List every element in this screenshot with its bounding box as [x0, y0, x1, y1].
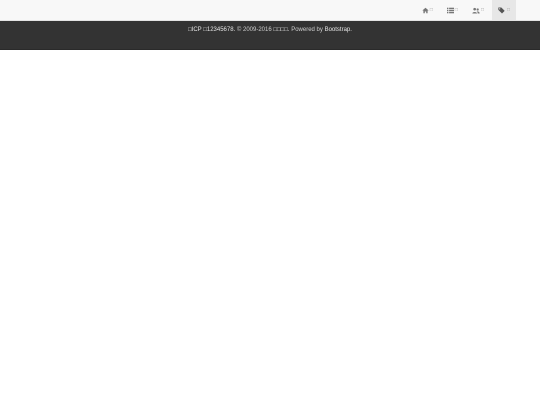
nav-item-home-label: □ — [429, 7, 433, 13]
bootstrap-link[interactable]: Bootstrap. — [325, 27, 352, 33]
copyright-text: © 2009-2016 — [236, 27, 272, 33]
list-icon — [446, 7, 454, 13]
site-footer: □ICP □12345678. © 2009-2016 □□□□. Powere… — [0, 21, 540, 50]
nav-item-users[interactable]: □ — [466, 0, 490, 20]
top-navbar: □ □ □ □ — [0, 0, 540, 21]
footer-text: □ICP □12345678. © 2009-2016 □□□□. Powere… — [0, 26, 540, 34]
nav-item-list-label: □ — [454, 7, 458, 13]
home-icon — [422, 7, 429, 13]
main-content — [0, 50, 540, 405]
nav-item-users-label: □ — [480, 7, 484, 13]
users-icon — [472, 7, 480, 13]
icp-link[interactable]: □ICP □12345678. — [188, 27, 235, 33]
nav-item-tags[interactable]: □ — [491, 0, 516, 20]
nav-menu: □ □ □ □ — [414, 0, 516, 20]
site-name-link[interactable]: □□□□. — [273, 27, 289, 33]
powered-by-text: Powered by — [291, 27, 323, 33]
nav-item-tags-label: □ — [506, 7, 510, 13]
tags-icon — [498, 7, 505, 13]
nav-item-home[interactable]: □ — [416, 0, 439, 20]
nav-item-list[interactable]: □ — [441, 0, 464, 20]
